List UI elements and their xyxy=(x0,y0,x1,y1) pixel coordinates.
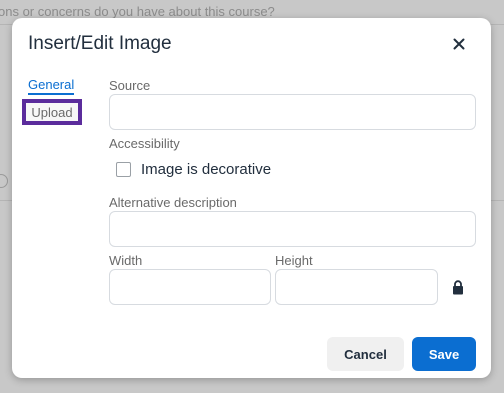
width-input[interactable] xyxy=(109,269,271,305)
decorative-checkbox-label: Image is decorative xyxy=(141,161,272,178)
height-label: Height xyxy=(275,253,313,268)
height-input[interactable] xyxy=(275,269,438,305)
accessibility-label: Accessibility xyxy=(109,136,180,151)
alt-description-label: Alternative description xyxy=(109,195,237,210)
tab-general[interactable]: General xyxy=(28,77,75,95)
background-question-text: ons or concerns do you have about this c… xyxy=(0,4,275,19)
tab-upload[interactable]: Upload xyxy=(22,99,82,125)
close-icon xyxy=(453,38,465,50)
dialog-title: Insert/Edit Image xyxy=(28,33,172,54)
source-input[interactable] xyxy=(109,94,476,130)
insert-image-dialog: Insert/Edit Image General Upload Source … xyxy=(12,18,491,378)
background-radio-icon xyxy=(0,174,8,188)
lock-icon[interactable] xyxy=(452,280,464,295)
width-label: Width xyxy=(109,253,143,268)
save-button[interactable]: Save xyxy=(412,337,476,371)
decorative-checkbox-row[interactable]: Image is decorative xyxy=(116,161,271,178)
cancel-button[interactable]: Cancel xyxy=(327,337,404,371)
source-label: Source xyxy=(109,78,151,93)
tab-upload-label: Upload xyxy=(31,104,73,120)
decorative-checkbox[interactable] xyxy=(116,162,131,177)
close-button[interactable] xyxy=(448,33,470,55)
alt-description-input[interactable] xyxy=(109,211,476,247)
